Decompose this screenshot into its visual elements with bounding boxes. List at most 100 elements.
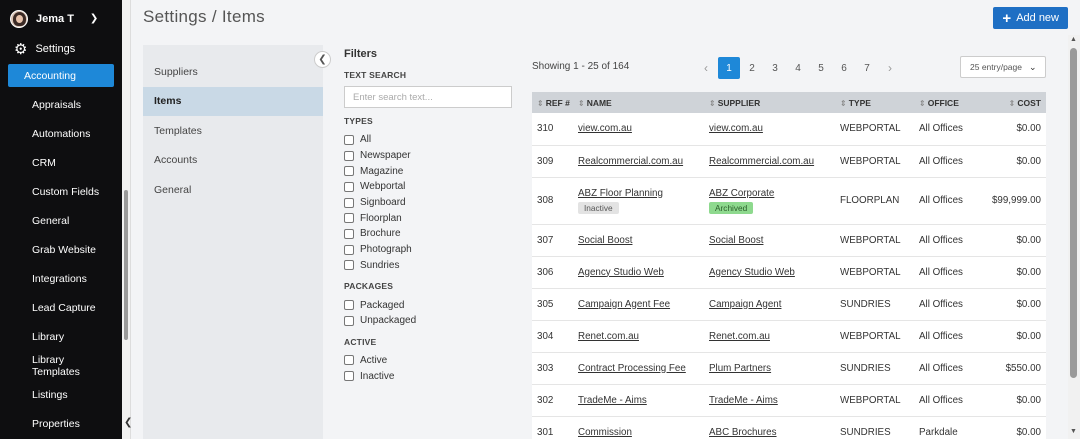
table-row[interactable]: 310 view.com.au view.com.au WEBPORTAL All Of… — [532, 113, 1046, 146]
checkbox[interactable] — [344, 300, 354, 311]
search-input[interactable] — [344, 86, 512, 108]
supplier-link[interactable]: TradeMe - Aims — [709, 395, 778, 406]
sidebar-item-general[interactable]: General — [8, 206, 114, 235]
filter-option-sundries[interactable]: Sundries — [344, 258, 514, 274]
item-name-link[interactable]: Realcommercial.com.au — [578, 156, 683, 167]
page-1-button[interactable]: 1 — [718, 57, 740, 79]
col-ref[interactable]: ⇕ REF # — [532, 92, 578, 113]
filter-option-unpackaged[interactable]: Unpackaged — [344, 313, 514, 329]
user-menu[interactable]: Jema T ❯ — [0, 0, 122, 37]
page-3-button[interactable]: 3 — [764, 57, 786, 79]
supplier-link[interactable]: view.com.au — [709, 123, 763, 134]
checkbox[interactable] — [344, 315, 354, 326]
subnav-item-accounts[interactable]: Accounts — [143, 146, 323, 176]
subnav-item-suppliers[interactable]: Suppliers — [143, 57, 323, 87]
supplier-link[interactable]: Plum Partners — [709, 363, 771, 374]
checkbox[interactable] — [344, 150, 354, 161]
item-name-link[interactable]: Agency Studio Web — [578, 267, 664, 278]
page-7-button[interactable]: 7 — [856, 57, 878, 79]
table-row[interactable]: 308 ABZ Floor Planning Inactive ABZ Corpora… — [532, 177, 1046, 225]
checkbox[interactable] — [344, 213, 354, 224]
sidebar-item-grab-website[interactable]: Grab Website — [8, 235, 114, 264]
sidebar-item-library[interactable]: Library — [8, 322, 114, 351]
supplier-link[interactable]: Agency Studio Web — [709, 267, 795, 278]
item-name-link[interactable]: TradeMe - Aims — [578, 395, 647, 406]
filter-option-floorplan[interactable]: Floorplan — [344, 210, 514, 226]
table-row[interactable]: 301 Commission ABC Brochures SUNDRIES Parkda… — [532, 416, 1046, 439]
checkbox[interactable] — [344, 228, 354, 239]
col-name[interactable]: ⇕ NAME — [578, 92, 709, 113]
page-5-button[interactable]: 5 — [810, 57, 832, 79]
sidebar-item-integrations[interactable]: Integrations — [8, 264, 114, 293]
sidebar-item-appraisals[interactable]: Appraisals — [8, 90, 114, 119]
item-name-link[interactable]: Contract Processing Fee — [578, 363, 686, 374]
item-name-link[interactable]: Campaign Agent Fee — [578, 299, 670, 310]
filter-option-brochure[interactable]: Brochure — [344, 226, 514, 242]
item-name-link[interactable]: view.com.au — [578, 123, 632, 134]
table-row[interactable]: 304 Renet.com.au Renet.com.au WEBPORTAL All … — [532, 320, 1046, 353]
filter-option-newspaper[interactable]: Newspaper — [344, 148, 514, 164]
item-name-link[interactable]: Renet.com.au — [578, 331, 639, 342]
checkbox[interactable] — [344, 244, 354, 255]
subnav-item-general[interactable]: General — [143, 175, 323, 205]
sidebar-item-properties[interactable]: Properties — [8, 409, 114, 438]
checkbox[interactable] — [344, 181, 354, 192]
filter-option-webportal[interactable]: Webportal — [344, 179, 514, 195]
subnav-item-items[interactable]: Items — [143, 86, 323, 116]
add-new-button[interactable]: + Add new — [993, 7, 1068, 29]
main-scrollbar[interactable] — [1070, 48, 1077, 378]
table-row[interactable]: 302 TradeMe - Aims TradeMe - Aims WEBPORTAL… — [532, 384, 1046, 417]
table-row[interactable]: 303 Contract Processing Fee Plum Partners S… — [532, 352, 1046, 385]
per-page-select[interactable]: 25 entry/page ⌄ — [960, 56, 1046, 78]
sidebar-item-lead-capture[interactable]: Lead Capture — [8, 293, 114, 322]
scroll-up-icon[interactable]: ▲ — [1070, 36, 1077, 43]
filter-option-signboard[interactable]: Signboard — [344, 195, 514, 211]
col-supplier[interactable]: ⇕ SUPPLIER — [709, 92, 840, 113]
filter-option-all[interactable]: All — [344, 132, 514, 148]
next-page-icon[interactable]: › — [879, 57, 901, 79]
filter-option-packaged[interactable]: Packaged — [344, 297, 514, 313]
cell-office: All Offices — [919, 320, 991, 353]
filter-option-inactive[interactable]: Inactive — [344, 368, 514, 384]
supplier-link[interactable]: Realcommercial.com.au — [709, 156, 814, 167]
item-name-link[interactable]: Commission — [578, 427, 632, 438]
item-name-link[interactable]: Social Boost — [578, 235, 632, 246]
table-row[interactable]: 305 Campaign Agent Fee Campaign Agent SUNDR… — [532, 288, 1046, 321]
sidebar-item-custom-fields[interactable]: Custom Fields — [8, 177, 114, 206]
collapse-panel-icon[interactable]: ❮ — [314, 51, 331, 68]
supplier-link[interactable]: ABC Brochures — [709, 427, 777, 438]
sidebar-item-accounting[interactable]: Accounting — [8, 64, 114, 87]
col-cost[interactable]: ⇕ COST — [991, 92, 1046, 113]
sidebar-item-listings[interactable]: Listings — [8, 380, 114, 409]
sidebar-item-crm[interactable]: CRM — [8, 148, 114, 177]
sidebar-item-library-templates[interactable]: Library Templates — [8, 351, 114, 380]
page-4-button[interactable]: 4 — [787, 57, 809, 79]
table-row[interactable]: 309 Realcommercial.com.au Realcommercial.c… — [532, 145, 1046, 178]
sidebar-scrollbar[interactable] — [124, 190, 128, 340]
item-name-link[interactable]: ABZ Floor Planning — [578, 188, 663, 199]
filter-option-magazine[interactable]: Magazine — [344, 163, 514, 179]
page-6-button[interactable]: 6 — [833, 57, 855, 79]
filter-option-photograph[interactable]: Photograph — [344, 242, 514, 258]
checkbox[interactable] — [344, 355, 354, 366]
supplier-link[interactable]: Campaign Agent — [709, 299, 781, 310]
table-row[interactable]: 307 Social Boost Social Boost WEBPORTAL All … — [532, 224, 1046, 257]
checkbox[interactable] — [344, 166, 354, 177]
col-office[interactable]: ⇕ OFFICE — [919, 92, 991, 113]
sidebar-item-automations[interactable]: Automations — [8, 119, 114, 148]
subnav-item-templates[interactable]: Templates — [143, 116, 323, 146]
checkbox[interactable] — [344, 371, 354, 382]
filter-option-active[interactable]: Active — [344, 353, 514, 369]
checkbox[interactable] — [344, 134, 354, 145]
supplier-link[interactable]: Social Boost — [709, 235, 763, 246]
scroll-down-icon[interactable]: ▼ — [1070, 428, 1077, 435]
supplier-link[interactable]: Renet.com.au — [709, 331, 770, 342]
checkbox[interactable] — [344, 260, 354, 271]
col-type[interactable]: ⇕ TYPE — [840, 92, 919, 113]
chevron-down-icon[interactable]: ❯ — [90, 13, 98, 24]
table-row[interactable]: 306 Agency Studio Web Agency Studio Web WEB… — [532, 256, 1046, 289]
prev-page-icon[interactable]: ‹ — [695, 57, 717, 79]
page-2-button[interactable]: 2 — [741, 57, 763, 79]
checkbox[interactable] — [344, 197, 354, 208]
supplier-link[interactable]: ABZ Corporate — [709, 188, 774, 199]
